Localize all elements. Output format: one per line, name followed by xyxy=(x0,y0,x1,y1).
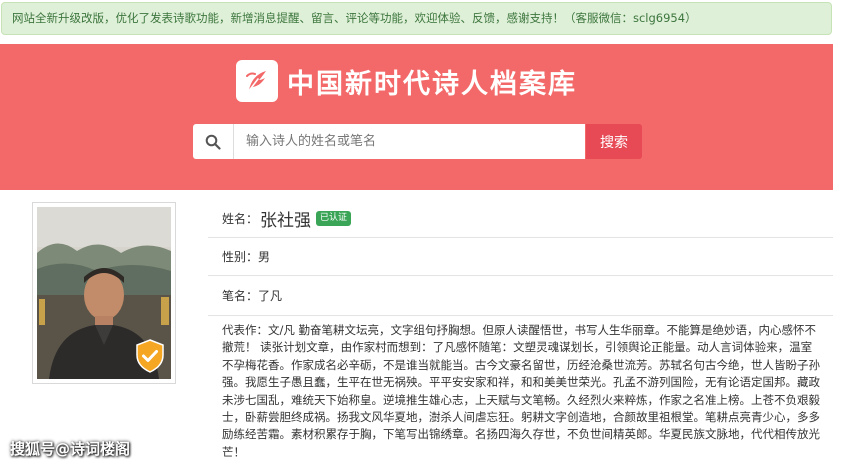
search-bar: 搜索 xyxy=(193,124,642,159)
poet-name: 张社强 xyxy=(260,211,312,231)
search-input[interactable] xyxy=(246,125,576,158)
pen-name-label: 笔名： xyxy=(222,289,259,303)
feather-logo-icon xyxy=(236,60,278,102)
notice-text: 网站全新升级改版，优化了发表诗歌功能，新增消息提醒、留言、评论等功能，欢迎体验、… xyxy=(12,11,697,25)
site-title: 中国新时代诗人档案库 xyxy=(287,68,577,100)
pen-name-row: 笔名： 了凡 xyxy=(208,276,833,316)
poet-pen-name: 了凡 xyxy=(258,289,283,303)
verified-shield-icon xyxy=(136,339,164,373)
gender-row: 性别： 男 xyxy=(208,238,833,276)
site-logo[interactable]: 中国新时代诗人档案库 xyxy=(236,60,577,102)
poet-info-panel: 姓名： 张社强 已认证 性别： 男 笔名： 了凡 代表作：文/凡 勤奋笔耕文坛亮… xyxy=(208,200,833,461)
works-label: 代表作： xyxy=(222,323,268,337)
site-notice-banner: 网站全新升级改版，优化了发表诗歌功能，新增消息提醒、留言、评论等功能，欢迎体验、… xyxy=(1,2,832,35)
search-box xyxy=(193,124,585,159)
header-banner: 中国新时代诗人档案库 搜索 xyxy=(0,44,833,190)
name-row: 姓名： 张社强 已认证 xyxy=(208,200,833,238)
verified-badge: 已认证 xyxy=(316,211,352,226)
works-text: 文/凡 勤奋笔耕文坛亮，文字组句抒胸想。但原人读醒悟世，书写人生华丽章。不能算是… xyxy=(222,323,820,459)
gender-label: 性别： xyxy=(222,250,259,264)
representative-works: 代表作：文/凡 勤奋笔耕文坛亮，文字组句抒胸想。但原人读醒悟世，书写人生华丽章。… xyxy=(222,322,822,461)
sohu-watermark: 搜狐号@诗词楼阁 xyxy=(10,440,131,458)
search-button[interactable]: 搜索 xyxy=(586,124,642,159)
search-divider xyxy=(233,124,234,159)
search-icon xyxy=(193,134,233,150)
poet-photo-frame xyxy=(32,202,176,384)
poet-gender: 男 xyxy=(258,250,271,264)
name-label: 姓名： xyxy=(222,212,259,226)
poet-photo xyxy=(37,207,171,379)
